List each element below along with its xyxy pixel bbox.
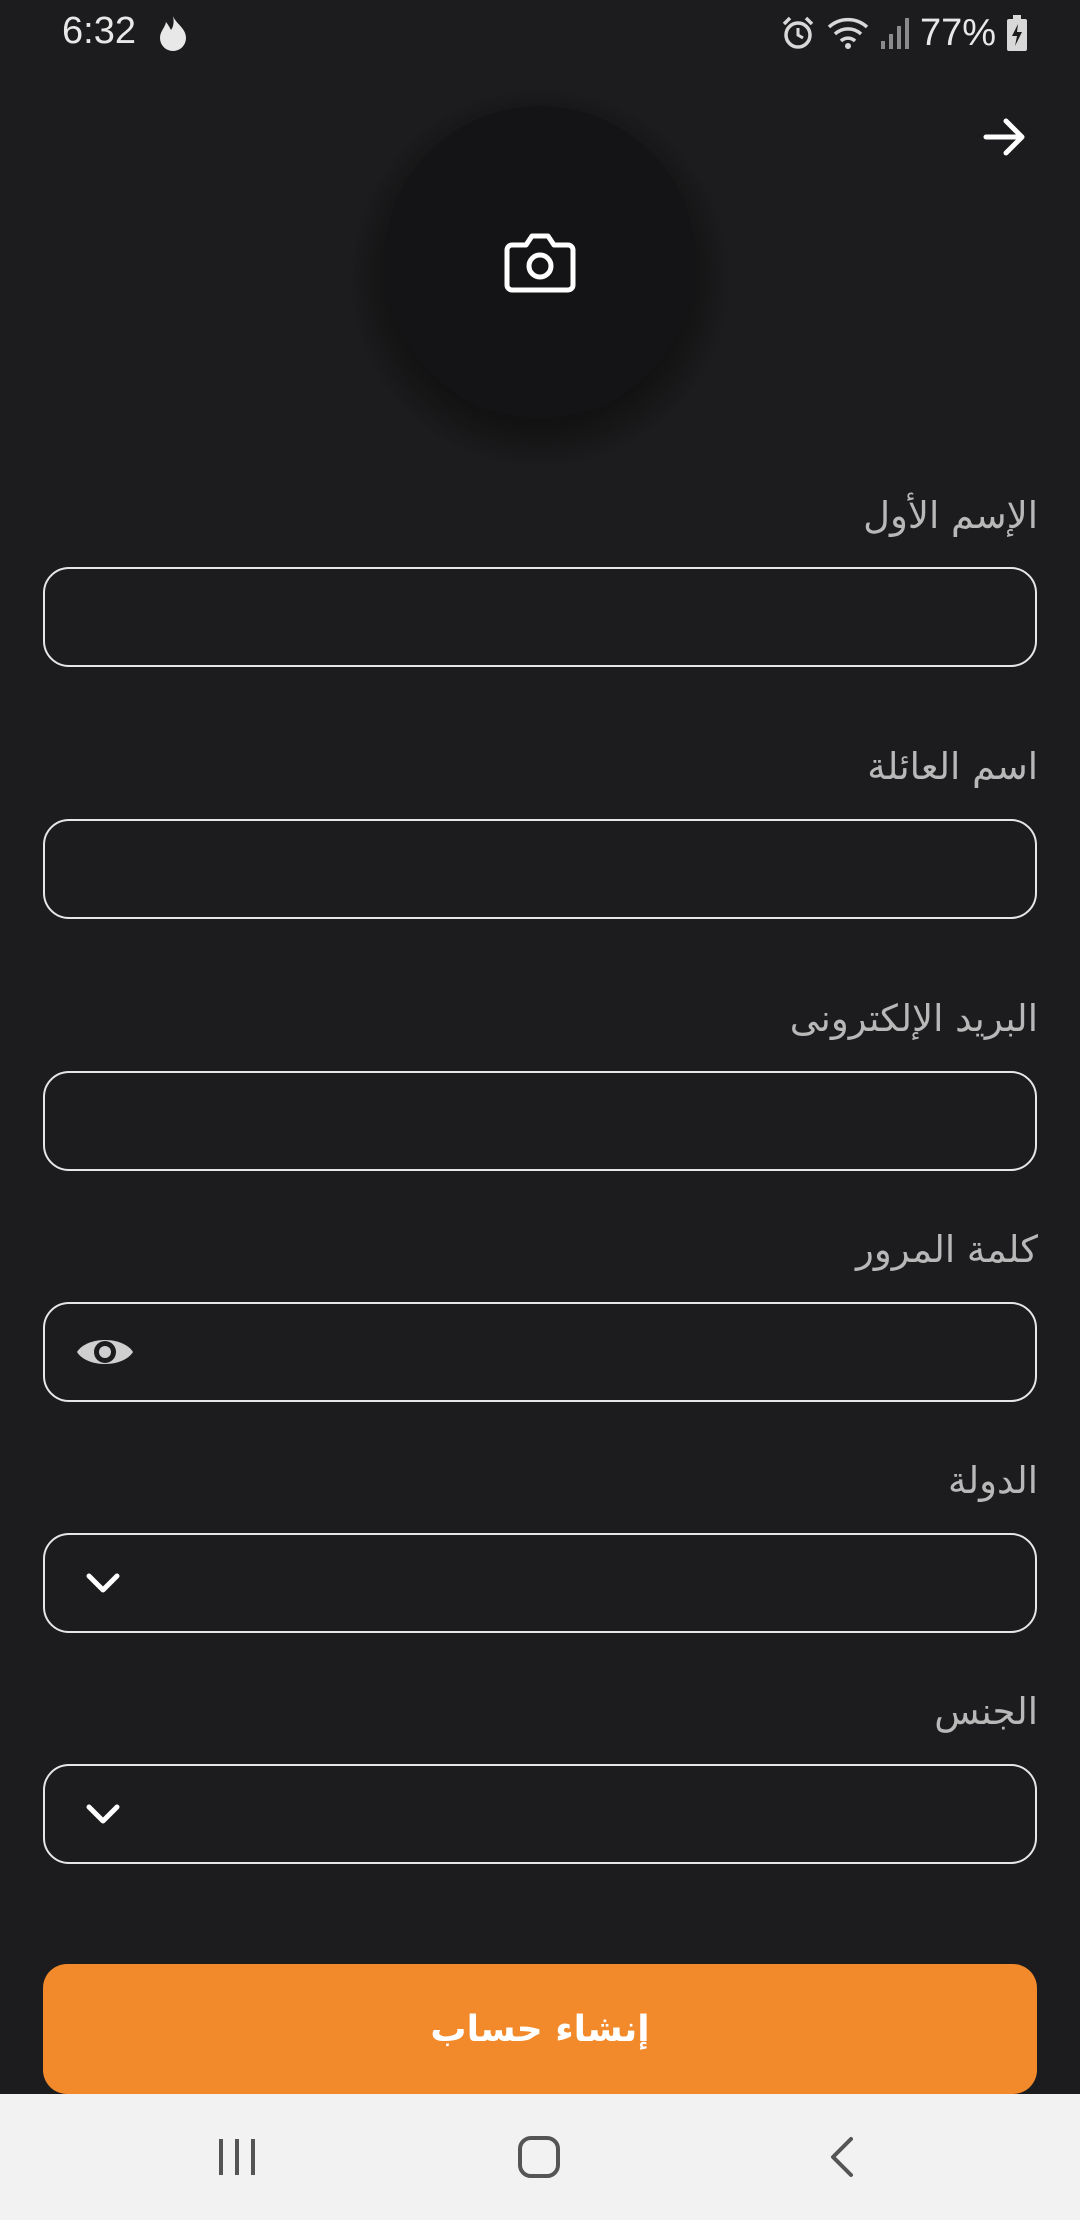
recents-button[interactable] [167, 2094, 307, 2220]
wifi-icon [827, 17, 869, 49]
alarm-icon [782, 16, 814, 49]
camera-icon [504, 233, 576, 293]
last-name-label: اسم العائلة [867, 745, 1038, 788]
status-bar: 6:32 77% [0, 0, 1080, 70]
create-account-button[interactable]: إنشاء حساب [43, 1964, 1037, 2094]
status-time: 6:32 [62, 10, 136, 52]
chevron-down-icon [86, 1573, 120, 1593]
chevron-down-icon [86, 1804, 120, 1824]
first-name-label: الإسم الأول [863, 494, 1038, 537]
first-name-input[interactable] [43, 567, 1037, 667]
system-nav-bar [0, 2094, 1080, 2220]
eye-icon[interactable] [75, 1332, 135, 1372]
email-label: البريد الإلكترونى [789, 997, 1038, 1040]
battery-percent: 77% [919, 11, 996, 54]
flame-icon [160, 16, 186, 51]
arrow-right-icon[interactable] [980, 112, 1030, 162]
status-icons: 77% [780, 8, 1028, 58]
country-select[interactable] [43, 1533, 1037, 1633]
email-input[interactable] [43, 1071, 1037, 1171]
signal-icon [880, 18, 909, 49]
gender-label: الجنس [934, 1690, 1038, 1733]
gender-select[interactable] [43, 1764, 1037, 1864]
home-icon [518, 2136, 560, 2178]
home-button[interactable] [469, 2094, 609, 2220]
back-icon [831, 2137, 853, 2177]
battery-icon [1007, 15, 1027, 51]
country-label: الدولة [948, 1459, 1038, 1502]
password-input[interactable] [43, 1302, 1037, 1402]
create-account-label: إنشاء حساب [430, 2008, 650, 2050]
profile-photo-picker[interactable] [384, 106, 696, 418]
recents-icon [219, 2139, 255, 2175]
back-button[interactable] [772, 2094, 912, 2220]
password-label: كلمة المرور [856, 1228, 1038, 1271]
last-name-input[interactable] [43, 819, 1037, 919]
